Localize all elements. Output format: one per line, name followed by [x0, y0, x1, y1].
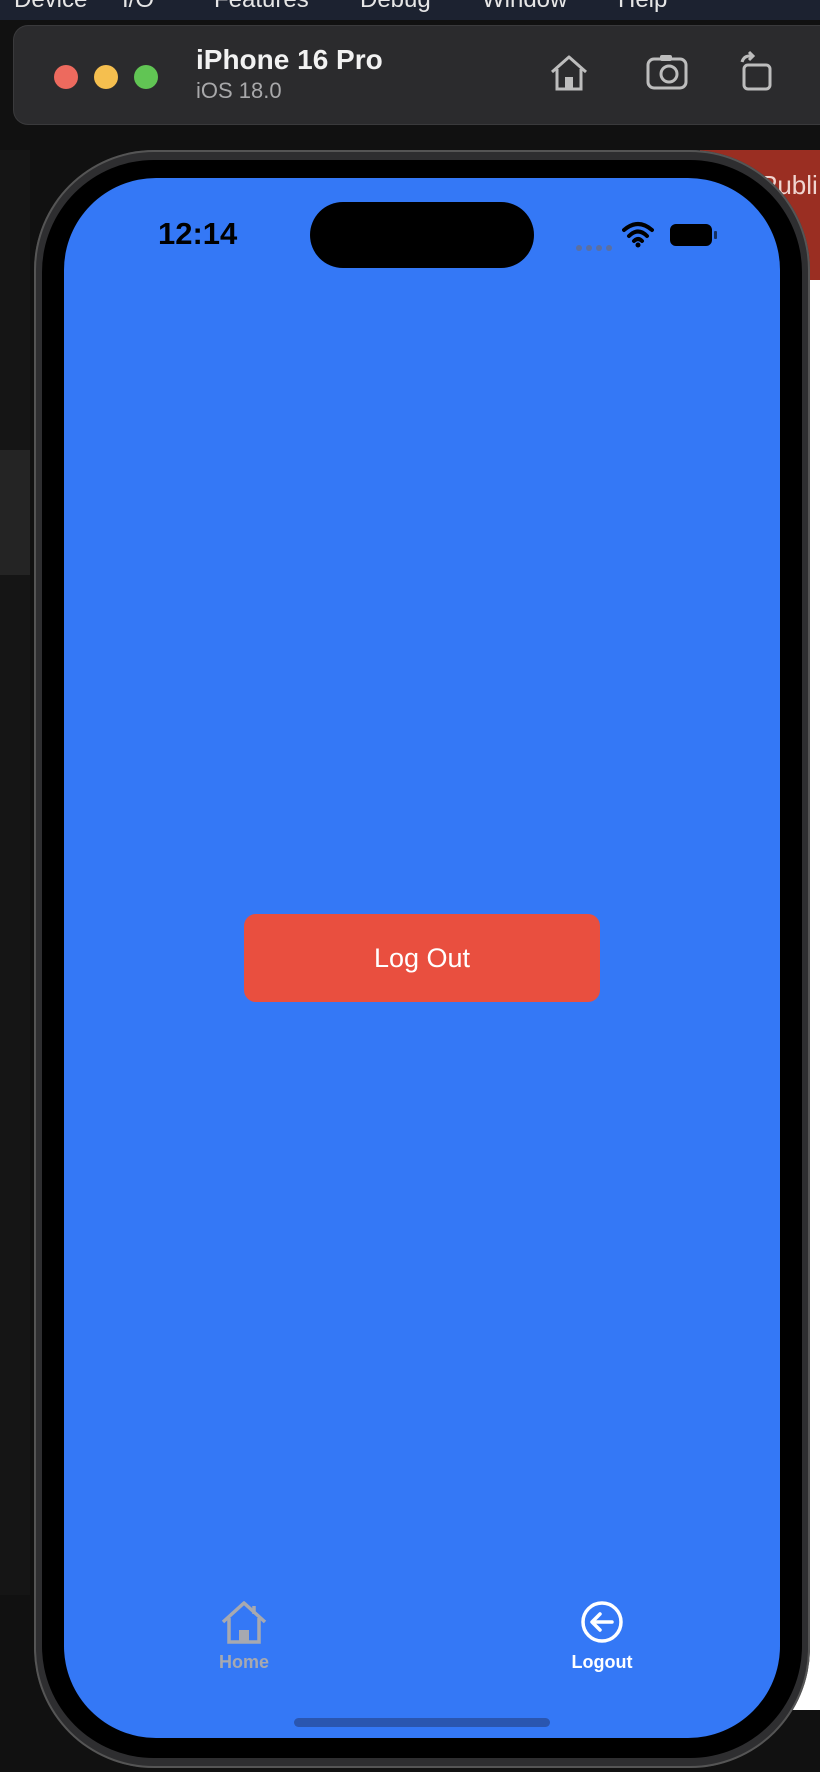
tab-logout[interactable]: Logout [542, 1598, 662, 1673]
home-icon [221, 1601, 267, 1644]
background-panel [0, 150, 30, 1595]
menu-debug[interactable]: Debug [360, 0, 431, 14]
rotate-icon[interactable] [734, 50, 780, 96]
menu-features[interactable]: Features [214, 0, 309, 14]
device-name: iPhone 16 Pro [196, 44, 383, 75]
cellular-signal-icon [576, 238, 616, 256]
home-icon[interactable] [546, 50, 592, 96]
dynamic-island [310, 202, 534, 268]
tab-logout-label: Logout [571, 1652, 633, 1672]
os-version: iOS 18.0 [196, 78, 282, 103]
battery-icon [670, 224, 712, 246]
log-out-button[interactable]: Log Out [244, 914, 600, 1002]
close-window-button[interactable] [54, 65, 78, 89]
menu-help[interactable]: Help [618, 0, 667, 14]
tab-home-label: Home [218, 1652, 269, 1672]
minimize-window-button[interactable] [94, 65, 118, 89]
screenshot-icon[interactable] [644, 50, 690, 96]
menu-device[interactable]: Device [14, 0, 87, 14]
zoom-window-button[interactable] [134, 65, 158, 89]
status-time: 12:14 [158, 216, 238, 251]
macos-menu-bar: Device I/O Features Debug Window Help [0, 0, 820, 20]
iphone-screen: 12:14 Log Out Home Logout [64, 178, 780, 1738]
background-panel-item [0, 450, 30, 575]
menu-window[interactable]: Window [482, 0, 567, 14]
menu-io[interactable]: I/O [122, 0, 154, 14]
wifi-icon [622, 222, 654, 248]
logout-icon [581, 1601, 623, 1643]
battery-tip [714, 231, 717, 239]
tab-home[interactable]: Home [184, 1598, 304, 1673]
home-indicator[interactable] [294, 1718, 550, 1727]
